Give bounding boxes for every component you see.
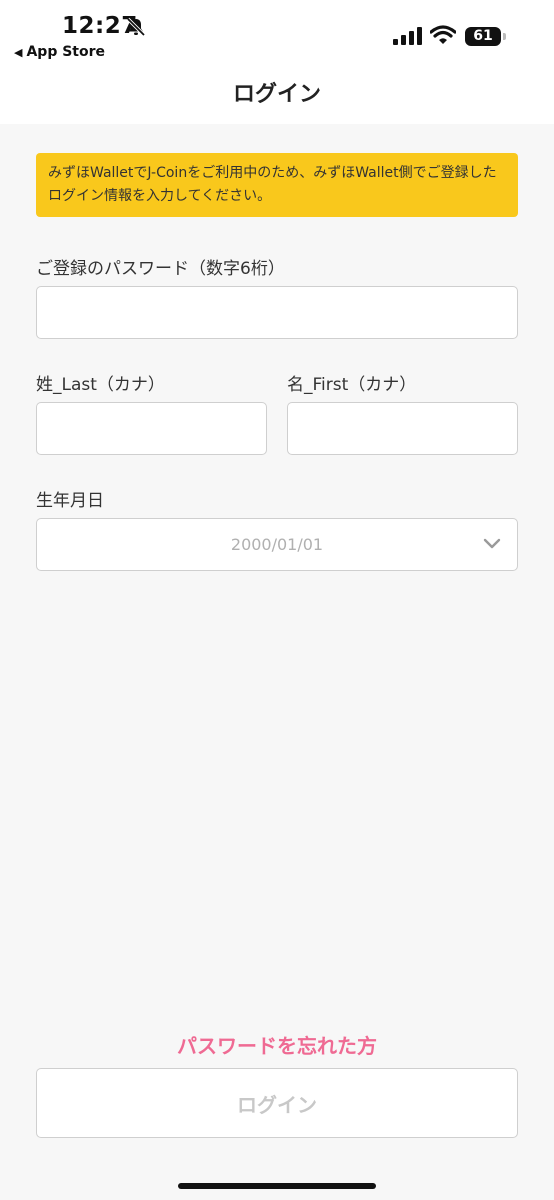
birthdate-select[interactable]: 2000/01/01 xyxy=(36,518,518,571)
page-title: ログイン xyxy=(232,82,321,107)
status-bar: 12:27 ◀ App Store 61 xyxy=(0,0,554,70)
password-input[interactable] xyxy=(36,286,518,339)
bell-slash-icon xyxy=(126,17,146,37)
home-indicator xyxy=(178,1183,376,1189)
battery-icon: 61 xyxy=(465,27,501,46)
battery-level: 61 xyxy=(473,28,493,44)
first-name-label: 名_First（カナ） xyxy=(287,375,417,395)
info-notice: みずほWalletでJ-Coinをご利用中のため、みずほWallet側でご登録し… xyxy=(36,153,518,217)
nav-bar: ログイン xyxy=(0,70,554,124)
back-app-label: App Store xyxy=(26,44,106,60)
last-name-label: 姓_Last（カナ） xyxy=(36,375,165,395)
wifi-icon xyxy=(430,25,456,44)
last-name-input[interactable] xyxy=(36,402,267,455)
back-triangle-icon: ◀ xyxy=(14,46,23,59)
first-name-input[interactable] xyxy=(287,402,518,455)
signal-icon xyxy=(393,27,422,45)
birthdate-value: 2000/01/01 xyxy=(230,535,324,554)
battery-tip xyxy=(503,33,506,40)
birthdate-label: 生年月日 xyxy=(36,491,104,511)
login-button[interactable]: ログイン xyxy=(36,1068,518,1138)
chevron-down-icon xyxy=(483,538,501,549)
forgot-password-link[interactable]: パスワードを忘れた方 xyxy=(0,1030,554,1059)
back-to-app-store[interactable]: ◀ App Store xyxy=(14,44,105,60)
password-label: ご登録のパスワード（数字6桁） xyxy=(36,259,285,279)
